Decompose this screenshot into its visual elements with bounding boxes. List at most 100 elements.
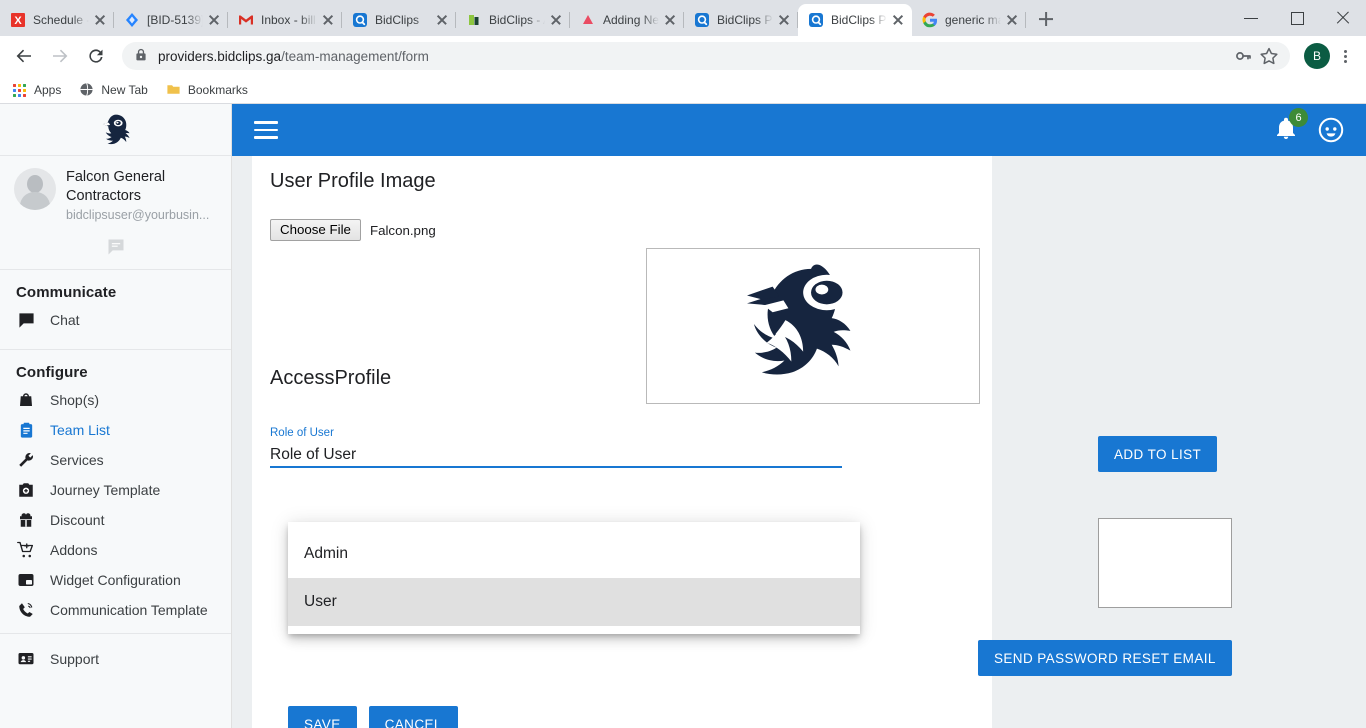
bookmarks-bar: Apps New Tab Bookmarks [0, 76, 1366, 104]
sidebar-chat-row[interactable] [0, 230, 231, 270]
save-button[interactable]: SAVE [288, 706, 357, 728]
close-icon[interactable] [206, 12, 222, 28]
browser-tab[interactable]: generic ma [912, 4, 1026, 36]
add-to-list-button[interactable]: ADD TO LIST [1098, 436, 1218, 472]
address-bar[interactable]: providers.bidclips.ga/team-management/fo… [122, 42, 1290, 70]
phone-ring-icon [16, 600, 36, 620]
bookmark-star-icon[interactable] [1258, 45, 1280, 67]
account-name: Falcon General Contractors [66, 169, 166, 204]
menu-toggle-icon[interactable] [254, 121, 278, 139]
chat-bubble-icon[interactable] [106, 237, 126, 262]
tab-title: [BID-5139] [147, 13, 203, 27]
tab-title: BidClips - A [489, 13, 545, 27]
wrench-icon [16, 450, 36, 470]
sidebar-logo[interactable] [0, 104, 231, 156]
close-icon[interactable] [776, 12, 792, 28]
form-actions: SAVE CANCEL [288, 706, 458, 728]
sidebar-item-shops[interactable]: Shop(s) [0, 385, 231, 415]
maximize-button[interactable] [1274, 2, 1320, 34]
page-content: User Profile Image Choose File Falcon.pn… [232, 156, 1366, 728]
minimize-button[interactable] [1228, 2, 1274, 34]
notifications-button[interactable]: 6 [1274, 108, 1308, 143]
globe-icon [79, 82, 95, 98]
browser-tab[interactable]: [BID-5139] [114, 4, 228, 36]
browser-tab[interactable]: Inbox - bill. [228, 4, 342, 36]
reload-icon[interactable] [80, 40, 112, 72]
sidebar-item-support[interactable]: Support [0, 644, 231, 674]
tab-title: generic ma [945, 13, 1001, 27]
sidebar-item-team-list[interactable]: Team List [0, 415, 231, 445]
cancel-button[interactable]: CANCEL [368, 706, 458, 728]
forward-icon[interactable] [44, 40, 76, 72]
sidebar-item-label: Chat [50, 312, 80, 328]
bookmark-label: Bookmarks [187, 82, 248, 97]
sidebar-group-title: Communicate [16, 284, 117, 301]
chrome-menu-icon[interactable] [1332, 42, 1358, 70]
svg-text:X: X [14, 15, 22, 27]
sidebar-item-label: Journey Template [50, 482, 161, 498]
sidebar-item-communication-template[interactable]: Communication Template [0, 595, 231, 625]
role-select[interactable]: Role of User [270, 440, 842, 468]
profile-avatar[interactable]: B [1304, 43, 1330, 69]
tab-title: Adding Ne [603, 13, 659, 27]
sidebar-item-label: Widget Configuration [50, 572, 181, 588]
tab-title: BidClips Pro [831, 13, 887, 27]
send-password-reset-button[interactable]: SEND PASSWORD RESET EMAIL [978, 640, 1232, 676]
sidebar-item-label: Shop(s) [50, 392, 100, 408]
sidebar-item-services[interactable]: Services [0, 445, 231, 475]
notification-badge: 6 [1289, 108, 1308, 127]
sidebar-account[interactable]: Falcon General Contractors bidclipsuser@… [0, 156, 231, 226]
sidebar-divider [0, 633, 231, 634]
drive-icon [580, 12, 596, 28]
close-icon[interactable] [92, 12, 108, 28]
browser-toolbar: providers.bidclips.ga/team-management/fo… [0, 36, 1366, 76]
folder-icon [166, 82, 182, 98]
browser-window: X Schedule - [BID-5139] Inbox - bill. Bi… [0, 0, 1366, 728]
url-path: /team-management/form [281, 48, 429, 64]
choose-file-button[interactable]: Choose File [270, 219, 361, 241]
close-icon[interactable] [662, 12, 678, 28]
app-sidebar: Falcon General Contractors bidclipsuser@… [0, 104, 232, 728]
role-dropdown-panel[interactable]: Admin User [288, 522, 860, 634]
avatar [14, 168, 56, 210]
back-icon[interactable] [8, 40, 40, 72]
file-upload-row: Choose File Falcon.png [270, 219, 974, 241]
close-icon[interactable] [434, 12, 450, 28]
bookmark-new-tab[interactable]: New Tab [79, 82, 148, 98]
browser-tab[interactable]: BidClips [342, 4, 456, 36]
assigned-roles-list[interactable] [1098, 518, 1232, 608]
close-icon[interactable] [890, 12, 906, 28]
sidebar-item-discount[interactable]: Discount [0, 505, 231, 535]
close-window-button[interactable] [1320, 2, 1366, 34]
cart-plus-icon [16, 540, 36, 560]
bookmark-apps[interactable]: Apps [12, 82, 61, 98]
tab-title: BidClips [375, 13, 420, 27]
role-select-value: Role of User [270, 446, 357, 463]
sidebar-item-journey-template[interactable]: Journey Template [0, 475, 231, 505]
browser-tab[interactable]: BidClips Pro [684, 4, 798, 36]
close-icon[interactable] [548, 12, 564, 28]
selected-file-name: Falcon.png [369, 222, 436, 238]
url-host: providers.bidclips.ga [158, 48, 282, 64]
sidebar-item-chat[interactable]: Chat [0, 305, 231, 335]
browser-tab[interactable]: BidClips - A [456, 4, 570, 36]
role-option-admin[interactable]: Admin [288, 530, 860, 578]
bookmark-folder[interactable]: Bookmarks [166, 82, 248, 98]
account-circle-button[interactable] [1318, 117, 1344, 143]
sidebar-item-addons[interactable]: Addons [0, 535, 231, 565]
basket-icon [16, 390, 36, 410]
password-key-icon[interactable] [1232, 45, 1254, 67]
green-doc-icon [466, 12, 482, 28]
team-member-form-card: User Profile Image Choose File Falcon.pn… [252, 156, 1232, 728]
sidebar-item-widget-configuration[interactable]: Widget Configuration [0, 565, 231, 595]
new-tab-button[interactable] [1032, 5, 1060, 33]
browser-tab[interactable]: Adding Ne [570, 4, 684, 36]
url-text: providers.bidclips.ga/team-management/fo… [158, 49, 429, 64]
tab-title: Inbox - bill. [261, 13, 317, 27]
browser-tab-active[interactable]: BidClips Pro [798, 4, 912, 36]
close-icon[interactable] [1004, 12, 1020, 28]
role-option-user[interactable]: User [288, 578, 860, 626]
browser-tab[interactable]: X Schedule - [0, 4, 114, 36]
user-profile-image-heading: User Profile Image [270, 170, 436, 192]
close-icon[interactable] [320, 12, 336, 28]
